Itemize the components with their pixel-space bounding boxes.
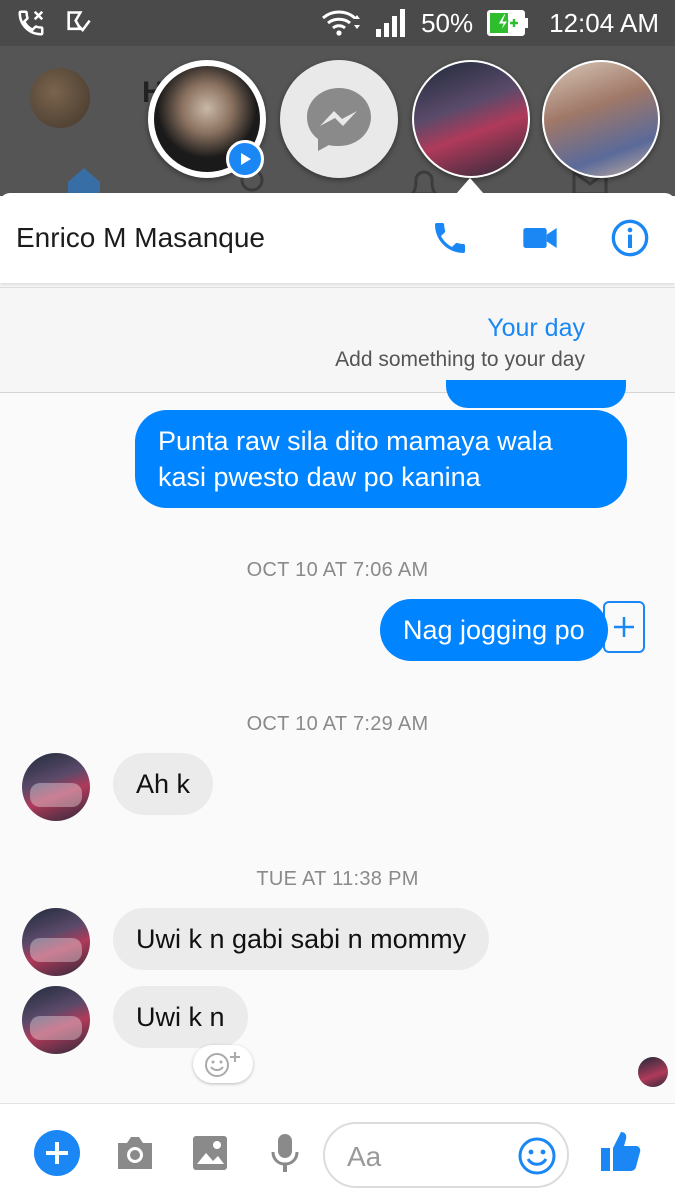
chat-heads-bar: H bbox=[0, 46, 675, 196]
incoming-message[interactable]: Ah k bbox=[113, 753, 214, 815]
gallery-button[interactable] bbox=[185, 1128, 235, 1178]
voice-record-button[interactable] bbox=[260, 1128, 310, 1178]
thumbs-up-icon bbox=[601, 1132, 641, 1171]
missed-call-icon bbox=[16, 8, 46, 38]
timestamp: OCT 10 AT 7:29 AM bbox=[246, 713, 429, 735]
seen-indicator-avatar bbox=[638, 1057, 668, 1087]
video-call-button[interactable] bbox=[495, 208, 585, 268]
chat-head-active[interactable] bbox=[412, 60, 530, 178]
gallery-icon bbox=[193, 1136, 227, 1170]
chat-head-messenger[interactable] bbox=[280, 60, 398, 178]
status-bar: 50% 12:04 AM bbox=[0, 0, 675, 46]
clock: 12:04 AM bbox=[549, 7, 659, 38]
signal-icon bbox=[375, 9, 407, 37]
info-button[interactable] bbox=[585, 208, 675, 268]
camera-icon bbox=[118, 1137, 152, 1169]
notification-icon bbox=[64, 9, 92, 37]
your-day-subtitle: Add something to your day bbox=[335, 348, 585, 371]
contact-name: Enrico M Masanque bbox=[16, 222, 266, 253]
timestamp: TUE AT 11:38 PM bbox=[256, 868, 419, 890]
message-input[interactable]: Aa bbox=[323, 1122, 569, 1188]
incoming-message[interactable]: Uwi k n bbox=[113, 986, 248, 1048]
conversation-header: Enrico M Masanque bbox=[0, 193, 675, 283]
like-button[interactable] bbox=[596, 1126, 646, 1176]
microphone-icon bbox=[271, 1134, 299, 1172]
composer-bar: Aa bbox=[0, 1103, 675, 1200]
incoming-message[interactable]: Uwi k n gabi sabi n mommy bbox=[113, 908, 490, 970]
plus-icon bbox=[614, 617, 634, 637]
add-story-icon[interactable] bbox=[603, 601, 645, 653]
add-reaction-icon bbox=[205, 1052, 240, 1077]
more-actions-button[interactable] bbox=[32, 1128, 82, 1178]
emoji-button[interactable] bbox=[517, 1136, 557, 1181]
messenger-icon bbox=[307, 88, 371, 151]
play-icon[interactable] bbox=[226, 140, 264, 178]
your-day-banner[interactable]: Your day Add something to your day bbox=[0, 287, 675, 653]
voice-call-button[interactable] bbox=[405, 208, 495, 268]
active-head-pointer bbox=[456, 178, 484, 194]
camera-button[interactable] bbox=[110, 1128, 160, 1178]
battery-percent: 50% bbox=[421, 7, 474, 38]
emoji-icon bbox=[518, 1137, 556, 1175]
contact-avatar[interactable] bbox=[22, 986, 90, 1054]
info-icon bbox=[611, 219, 649, 257]
contact-avatar[interactable] bbox=[22, 908, 90, 976]
phone-icon bbox=[435, 223, 465, 253]
timestamp: OCT 10 AT 7:06 AM bbox=[246, 559, 429, 581]
chat-head-user-4[interactable] bbox=[542, 60, 660, 178]
your-day-title: Your day bbox=[487, 314, 585, 342]
background-avatar bbox=[30, 68, 90, 128]
wifi-icon bbox=[321, 9, 361, 37]
message-bubble-partial[interactable] bbox=[446, 380, 626, 408]
message-input-placeholder: Aa bbox=[347, 1141, 382, 1172]
video-camera-icon bbox=[523, 228, 557, 248]
battery-icon bbox=[487, 10, 529, 36]
contact-avatar[interactable] bbox=[22, 753, 90, 821]
outgoing-message[interactable]: Nag jogging po bbox=[380, 599, 608, 661]
add-reaction-button[interactable] bbox=[193, 1045, 253, 1083]
home-icon bbox=[68, 168, 100, 196]
outgoing-message[interactable]: Punta raw sila dito mamaya wala kasi pwe… bbox=[135, 410, 627, 508]
chat-head-photo bbox=[544, 62, 658, 176]
chat-head-photo bbox=[414, 62, 528, 176]
plus-icon bbox=[34, 1130, 80, 1176]
